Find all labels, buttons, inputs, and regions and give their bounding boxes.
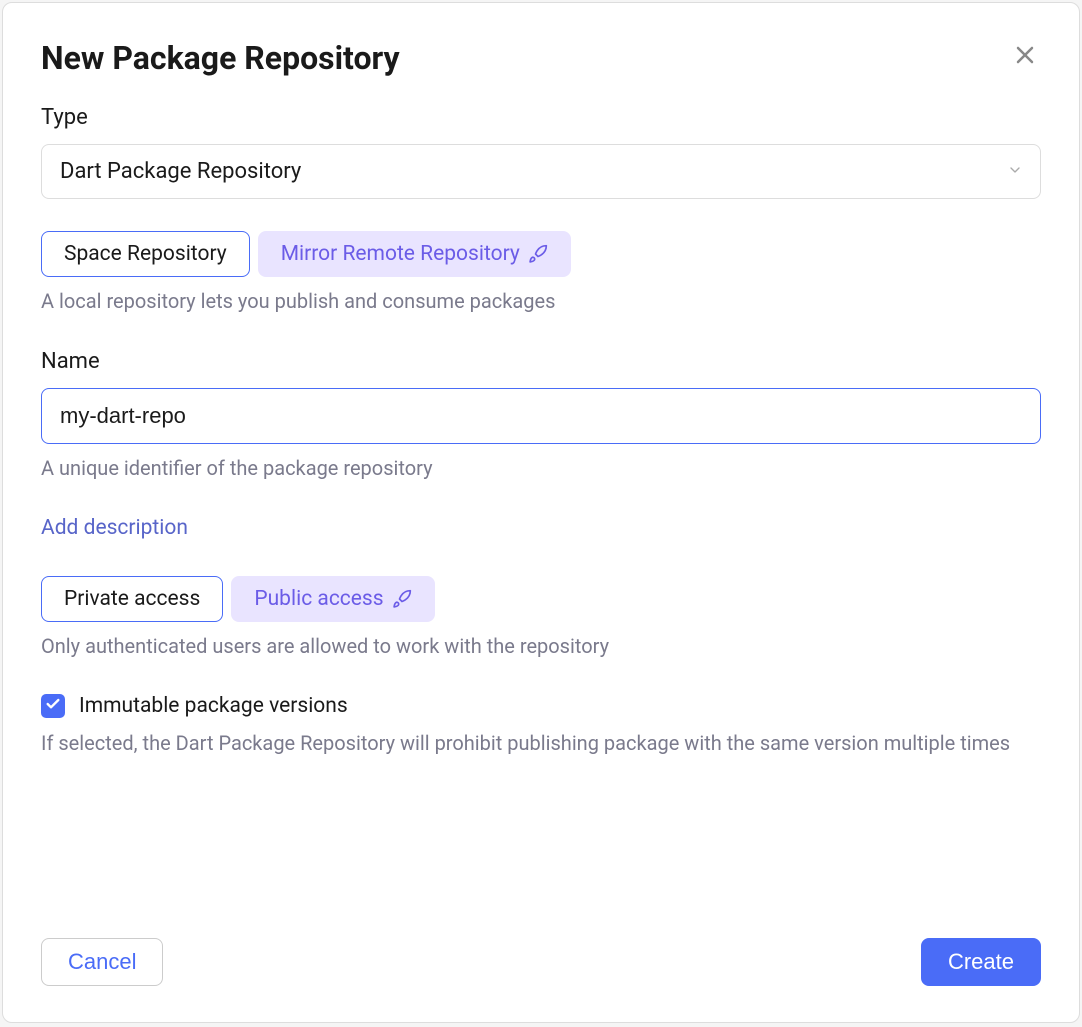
dialog-footer: Cancel Create (41, 938, 1041, 986)
name-input[interactable] (41, 388, 1041, 444)
public-access-toggle[interactable]: Public access (231, 576, 434, 622)
type-label: Type (41, 105, 1041, 130)
name-label: Name (41, 349, 1041, 374)
close-button[interactable] (1009, 39, 1041, 74)
dialog-title: New Package Repository (41, 39, 400, 77)
create-button[interactable]: Create (921, 938, 1041, 986)
immutable-checkbox-row: Immutable package versions (41, 694, 1041, 718)
toggle-label: Private access (64, 587, 200, 611)
immutable-helper: If selected, the Dart Package Repository… (41, 728, 1041, 758)
type-select-wrap: Dart Package Repository (41, 144, 1041, 199)
name-helper: A unique identifier of the package repos… (41, 456, 1041, 480)
private-access-toggle[interactable]: Private access (41, 576, 223, 622)
access-helper: Only authenticated users are allowed to … (41, 634, 1041, 658)
toggle-label: Public access (254, 587, 383, 611)
close-icon (1013, 43, 1037, 70)
access-toggle: Private access Public access (41, 576, 1041, 622)
rocket-icon (392, 589, 412, 609)
immutable-label: Immutable package versions (79, 694, 348, 718)
mirror-remote-toggle[interactable]: Mirror Remote Repository (258, 231, 571, 277)
new-package-repo-dialog: New Package Repository Type Dart Package… (2, 2, 1080, 1023)
toggle-label: Space Repository (64, 242, 227, 266)
rocket-icon (528, 244, 548, 264)
toggle-label: Mirror Remote Repository (281, 242, 520, 266)
dialog-header: New Package Repository (41, 39, 1041, 77)
repo-mode-toggle: Space Repository Mirror Remote Repositor… (41, 231, 1041, 277)
repo-mode-helper: A local repository lets you publish and … (41, 289, 1041, 313)
cancel-button[interactable]: Cancel (41, 938, 163, 986)
checkmark-icon (45, 696, 61, 716)
space-repository-toggle[interactable]: Space Repository (41, 231, 250, 277)
immutable-checkbox[interactable] (41, 694, 65, 718)
type-select[interactable]: Dart Package Repository (41, 144, 1041, 199)
add-description-link[interactable]: Add description (41, 516, 188, 540)
